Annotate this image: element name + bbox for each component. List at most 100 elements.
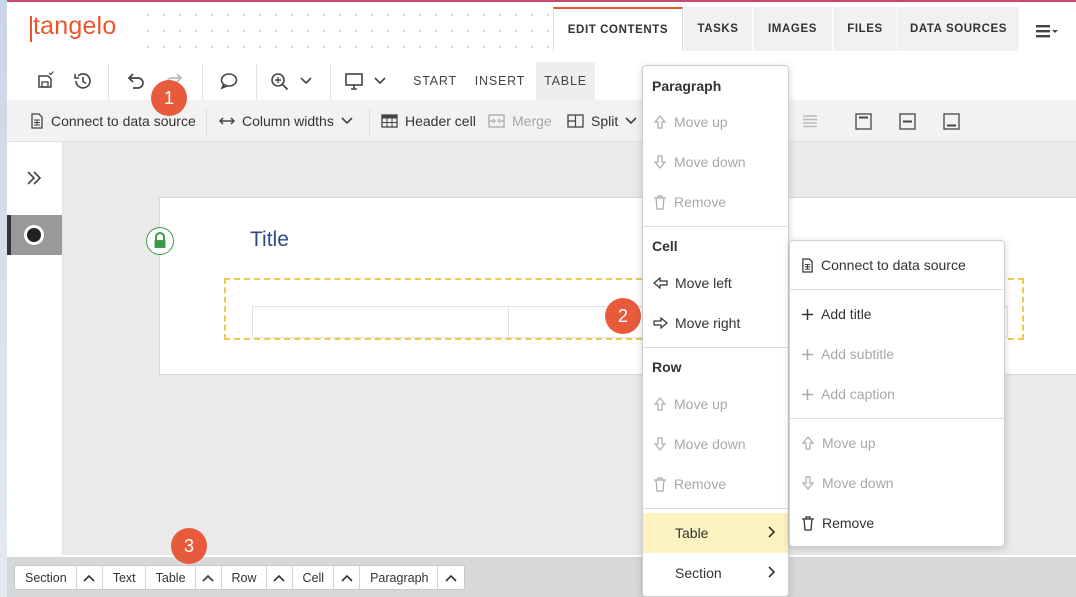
- breadcrumb-row[interactable]: Row: [222, 566, 267, 589]
- menu-item-cell-move-left[interactable]: Move left: [653, 263, 732, 303]
- valign-middle-icon[interactable]: [899, 100, 916, 142]
- arrow-down-icon: [801, 476, 815, 490]
- step-badge-2: 2: [605, 298, 641, 334]
- valign-top-icon[interactable]: [855, 100, 872, 142]
- breadcrumb-section[interactable]: Section: [15, 566, 77, 589]
- mode-insert[interactable]: INSERT: [468, 62, 532, 100]
- arrow-right-icon: [653, 316, 668, 330]
- merge-icon: [488, 114, 505, 128]
- chevron-down-icon: [625, 117, 637, 125]
- menu-item-section[interactable]: Section: [643, 553, 788, 593]
- valign-bottom-icon[interactable]: [943, 100, 960, 142]
- tab-tasks[interactable]: TASKS: [684, 7, 752, 51]
- menu-divider: [643, 226, 788, 227]
- menu-divider: [790, 289, 1004, 290]
- spreadsheet-icon: [31, 113, 43, 129]
- menu-item-row-move-down[interactable]: Move down: [653, 424, 746, 464]
- context-menu: Paragraph Move up Move down Remove Cell …: [642, 65, 789, 597]
- plus-icon: [802, 348, 813, 360]
- merge-button[interactable]: Merge: [488, 100, 552, 142]
- breadcrumb-text[interactable]: Text: [103, 566, 146, 589]
- chevron-up-icon[interactable]: [334, 566, 361, 589]
- record-icon: [23, 224, 45, 246]
- arrow-up-icon: [653, 397, 667, 411]
- mode-start[interactable]: START: [405, 62, 465, 100]
- column-width-icon: [219, 117, 235, 125]
- menu-header-cell: Cell: [652, 238, 678, 254]
- menu-divider: [643, 347, 788, 348]
- split-label: Split: [591, 113, 619, 129]
- submenu-add-caption[interactable]: Add caption: [801, 374, 895, 414]
- submenu-move-up[interactable]: Move up: [801, 423, 876, 463]
- app-logo: tangelo: [33, 12, 117, 40]
- table-submenu: Connect to data source Add title Add sub…: [789, 240, 1005, 547]
- menu-item-paragraph-move-up[interactable]: Move up: [653, 102, 728, 142]
- chevron-down-icon: [341, 117, 353, 125]
- split-button[interactable]: Split: [567, 100, 637, 142]
- undo-icon[interactable]: [120, 68, 150, 94]
- breadcrumb-table[interactable]: Table: [146, 566, 196, 589]
- submenu-add-title[interactable]: Add title: [801, 294, 872, 334]
- trash-icon: [654, 194, 666, 210]
- trash-icon: [654, 476, 666, 492]
- step-badge-1: 1: [151, 80, 187, 116]
- toolbar-divider: [108, 64, 109, 100]
- split-icon: [567, 114, 584, 128]
- main-menu-icon[interactable]: [1036, 18, 1062, 44]
- menu-item-table[interactable]: Table: [643, 513, 788, 553]
- tab-data-sources[interactable]: DATA SOURCES: [898, 7, 1019, 51]
- arrow-left-icon: [653, 276, 668, 290]
- chevron-up-icon[interactable]: [267, 566, 293, 589]
- menu-header-paragraph: Paragraph: [652, 78, 722, 94]
- breadcrumb-cell[interactable]: Cell: [293, 566, 335, 589]
- tab-images[interactable]: IMAGES: [753, 7, 832, 51]
- plus-icon: [802, 308, 813, 320]
- chevron-up-icon[interactable]: [438, 566, 464, 589]
- submenu-connect-data-source[interactable]: Connect to data source: [801, 245, 966, 285]
- connect-data-source-label: Connect to data source: [51, 113, 196, 129]
- history-icon[interactable]: [68, 68, 98, 94]
- menu-item-cell-move-right[interactable]: Move right: [653, 303, 740, 343]
- align-icon[interactable]: [802, 100, 818, 142]
- toolbar-divider: [369, 108, 370, 136]
- header-cell-button[interactable]: Header cell: [381, 100, 476, 142]
- table-header-icon: [381, 114, 398, 128]
- table-cell[interactable]: [252, 306, 509, 338]
- submenu-remove[interactable]: Remove: [801, 503, 874, 543]
- submenu-add-subtitle[interactable]: Add subtitle: [801, 334, 894, 374]
- header-dot-pattern: [140, 7, 550, 57]
- logo-cursor-bar: [30, 16, 32, 42]
- comment-icon[interactable]: [214, 68, 244, 94]
- menu-item-row-remove[interactable]: Remove: [653, 464, 726, 504]
- arrow-up-icon: [653, 115, 667, 129]
- mode-table[interactable]: TABLE: [536, 62, 595, 100]
- toolbar-divider: [206, 108, 207, 136]
- tab-edit-contents[interactable]: EDIT CONTENTS: [553, 7, 683, 51]
- column-widths-label: Column widths: [242, 113, 334, 129]
- menu-header-row: Row: [652, 359, 682, 375]
- arrow-up-icon: [801, 436, 815, 450]
- menu-item-paragraph-move-down[interactable]: Move down: [653, 142, 746, 182]
- arrow-down-icon: [653, 437, 667, 451]
- left-sidebar: [7, 142, 63, 555]
- submenu-move-down[interactable]: Move down: [801, 463, 894, 503]
- chevron-up-icon[interactable]: [77, 566, 103, 589]
- trash-icon: [802, 515, 814, 531]
- merge-label: Merge: [512, 113, 552, 129]
- chevron-up-icon[interactable]: [196, 566, 222, 589]
- plus-icon: [802, 388, 813, 400]
- zoom-icon[interactable]: [266, 68, 318, 94]
- document-title[interactable]: Title: [250, 228, 289, 252]
- column-widths-button[interactable]: Column widths: [219, 100, 353, 142]
- device-preview-icon[interactable]: [342, 68, 392, 94]
- expand-sidebar-icon[interactable]: [24, 168, 44, 188]
- chevron-right-icon: [768, 566, 776, 578]
- menu-item-row-move-up[interactable]: Move up: [653, 384, 728, 424]
- lock-icon[interactable]: [146, 227, 174, 255]
- save-icon[interactable]: [30, 68, 60, 94]
- sidebar-active-marker: [7, 215, 11, 255]
- breadcrumb-paragraph[interactable]: Paragraph: [360, 566, 439, 589]
- tab-files[interactable]: FILES: [833, 7, 897, 51]
- menu-item-paragraph-remove[interactable]: Remove: [653, 182, 726, 222]
- header-cell-label: Header cell: [405, 113, 476, 129]
